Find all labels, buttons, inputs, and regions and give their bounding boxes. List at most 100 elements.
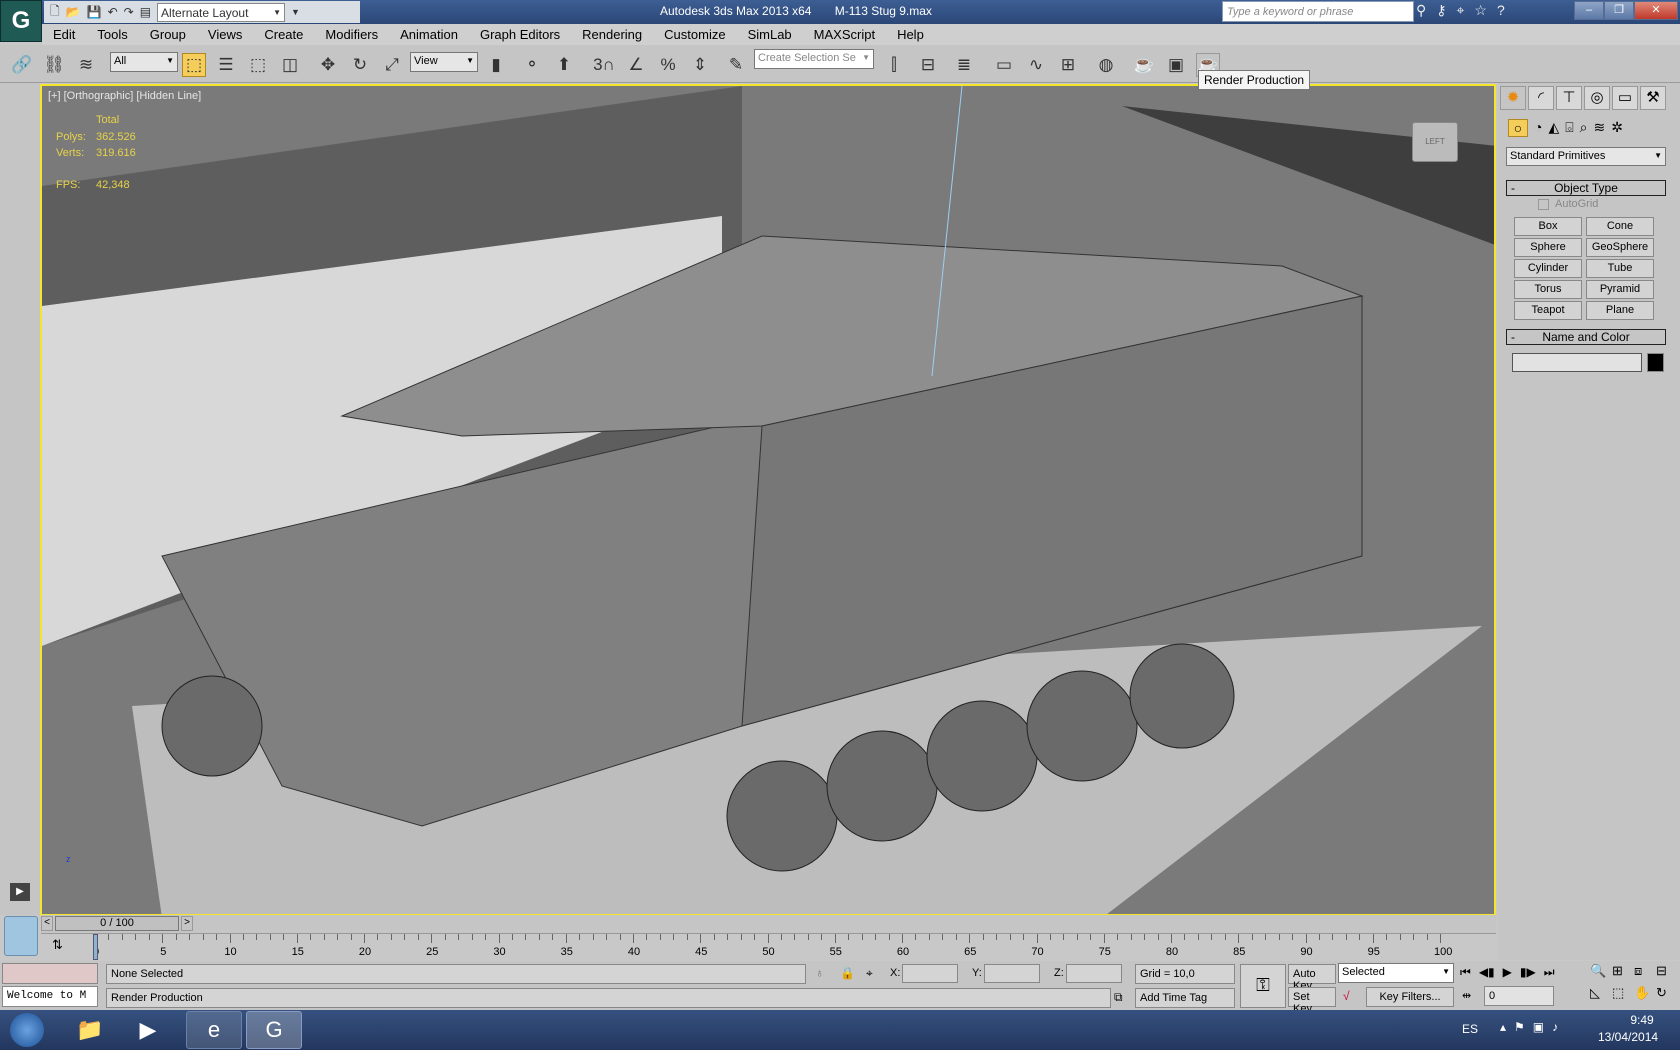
auto-key-button[interactable]: Auto Key <box>1288 964 1336 992</box>
spinner-snap-icon[interactable]: ⇕ <box>688 53 712 77</box>
schematic-view-icon[interactable]: ⊞ <box>1056 53 1080 77</box>
previous-key-icon[interactable]: ◀▮ <box>1479 965 1495 980</box>
redo-icon[interactable]: ↷ <box>124 5 134 19</box>
track-bar[interactable]: 0510152025303540455055606570758085909510… <box>41 933 1496 961</box>
menu-animation[interactable]: Animation <box>389 27 469 42</box>
menu-rendering[interactable]: Rendering <box>571 27 653 42</box>
explorer-taskbar-icon[interactable]: 📁 <box>62 1011 118 1049</box>
add-time-tag-button[interactable]: Add Time Tag <box>1135 988 1235 1008</box>
field-of-view-icon[interactable]: ◺ <box>1590 985 1612 1001</box>
clock-time[interactable]: 9:49 <box>1612 1013 1672 1027</box>
helpers-icon[interactable]: ⌕ <box>1580 119 1588 137</box>
zoom-icon[interactable]: 🔍 <box>1590 963 1612 979</box>
create-sphere-button[interactable]: Sphere <box>1514 238 1582 257</box>
restore-button[interactable]: ❐ <box>1604 1 1634 20</box>
clock-date[interactable]: 13/04/2014 <box>1598 1030 1658 1044</box>
internet-explorer-taskbar-icon[interactable]: e <box>186 1011 242 1049</box>
key-icon[interactable]: ⚷ <box>1436 2 1446 19</box>
create-cylinder-button[interactable]: Cylinder <box>1514 259 1582 278</box>
create-plane-button[interactable]: Plane <box>1586 301 1654 320</box>
open-file-icon[interactable]: 📂 <box>66 5 81 19</box>
named-selection-set-input[interactable]: Create Selection Se <box>754 49 874 69</box>
hierarchy-tab-icon[interactable]: ⊤ <box>1556 86 1582 110</box>
layer-manager-icon[interactable]: ≣ <box>952 53 976 77</box>
space-warps-icon[interactable]: ≋ <box>1594 119 1606 137</box>
select-by-name-icon[interactable]: ☰ <box>214 53 238 77</box>
graphite-modeling-icon[interactable]: ▭ <box>992 53 1016 77</box>
angle-snap-icon[interactable]: ∠ <box>624 53 648 77</box>
geometry-icon[interactable]: ○ <box>1508 119 1528 137</box>
modify-tab-icon[interactable]: ◜ <box>1528 86 1554 110</box>
lights-icon[interactable]: ◭ <box>1548 119 1559 137</box>
rectangular-selection-icon[interactable]: ⬚ <box>246 53 270 77</box>
viewport-label-menu[interactable]: [+] [Orthographic] [Hidden Line] <box>48 90 201 102</box>
pan-view-icon[interactable]: ✋ <box>1634 985 1656 1001</box>
create-geosphere-button[interactable]: GeoSphere <box>1586 238 1654 257</box>
create-tube-button[interactable]: Tube <box>1586 259 1654 278</box>
selection-filter-dropdown[interactable]: All <box>110 52 178 72</box>
create-box-button[interactable]: Box <box>1514 217 1582 236</box>
menu-views[interactable]: Views <box>197 27 253 42</box>
category-dropdown[interactable]: Standard Primitives <box>1506 147 1666 166</box>
menu-help[interactable]: Help <box>886 27 935 42</box>
menu-simlab[interactable]: SimLab <box>737 27 803 42</box>
rotate-icon[interactable]: ↻ <box>348 53 372 77</box>
display-tab-icon[interactable]: ▭ <box>1612 86 1638 110</box>
zoom-extents-icon[interactable]: ⧈ <box>1634 963 1656 979</box>
autogrid-checkbox[interactable]: AutoGrid <box>1538 198 1598 210</box>
time-slider-thumb[interactable]: 0 / 100 <box>55 916 179 931</box>
open-mini-curve-editor-icon[interactable]: ⇅ <box>52 937 63 953</box>
menu-modifiers[interactable]: Modifiers <box>314 27 389 42</box>
pivot-center-icon[interactable]: ▮ <box>484 53 508 77</box>
star-icon[interactable]: ☆ <box>1474 2 1487 19</box>
go-to-end-icon[interactable]: ⏭ <box>1544 965 1555 980</box>
zoom-all-icon[interactable]: ⊞ <box>1612 963 1634 979</box>
orbit-icon[interactable]: ↻ <box>1656 985 1678 1001</box>
create-pyramid-button[interactable]: Pyramid <box>1586 280 1654 299</box>
current-frame-marker[interactable] <box>93 934 98 960</box>
align-icon[interactable]: ⊟ <box>916 53 940 77</box>
qat-customize-icon[interactable]: ▼ <box>291 7 300 17</box>
create-cone-button[interactable]: Cone <box>1586 217 1654 236</box>
utilities-tab-icon[interactable]: ⚒ <box>1640 86 1666 110</box>
play-maxscript-icon[interactable]: ▶ <box>10 883 30 901</box>
menu-create[interactable]: Create <box>253 27 314 42</box>
maxscript-listener-output[interactable]: Welcome to M <box>2 986 98 1007</box>
manipulate-icon[interactable]: ⚬ <box>520 53 544 77</box>
next-key-icon[interactable]: ▮▶ <box>1520 965 1536 980</box>
edit-named-selections-icon[interactable]: ✎ <box>724 53 748 77</box>
key-mode-toggle-icon[interactable]: ⇹ <box>1462 989 1471 1002</box>
menu-maxscript[interactable]: MAXScript <box>803 27 886 42</box>
create-tab-icon[interactable]: ✹ <box>1500 86 1526 110</box>
y-coordinate-input[interactable] <box>984 964 1040 983</box>
media-player-taskbar-icon[interactable]: ▶ <box>120 1011 176 1049</box>
reference-coordinate-dropdown[interactable]: View <box>410 52 478 72</box>
menu-group[interactable]: Group <box>139 27 197 42</box>
start-button[interactable] <box>2 1011 52 1049</box>
menu-edit[interactable]: Edit <box>42 27 86 42</box>
3dsmax-taskbar-icon[interactable]: G <box>246 1011 302 1049</box>
mini-curve-editor-toggle[interactable] <box>4 916 38 956</box>
systems-icon[interactable]: ✲ <box>1611 119 1623 137</box>
key-mode-dropdown[interactable]: Selected <box>1338 963 1454 983</box>
snaps-toggle-icon[interactable]: 3 ∩ <box>592 53 616 77</box>
close-button[interactable]: ✕ <box>1634 1 1678 20</box>
minimize-button[interactable]: ‒ <box>1574 1 1604 20</box>
workspace-layout-dropdown[interactable]: Alternate Layout ▼ <box>157 2 286 22</box>
set-key-button[interactable]: Set Key <box>1288 987 1336 1015</box>
object-type-rollout-header[interactable]: - Object Type <box>1506 180 1666 196</box>
isolate-selection-icon[interactable]: ♁ <box>815 966 824 980</box>
project-folder-icon[interactable]: ▤ <box>140 5 151 19</box>
prev-frame-button[interactable]: < <box>41 916 53 931</box>
object-name-input[interactable] <box>1512 353 1642 372</box>
current-frame-input[interactable]: 0 <box>1484 986 1554 1006</box>
cameras-icon[interactable]: ⌺ <box>1565 119 1573 137</box>
next-frame-button[interactable]: > <box>181 916 193 931</box>
go-to-start-icon[interactable]: ⏮ <box>1460 965 1471 980</box>
render-setup-icon[interactable]: ☕ <box>1132 53 1156 77</box>
shapes-icon[interactable]: ◔ <box>1534 119 1542 137</box>
menu-customize[interactable]: Customize <box>653 27 736 42</box>
save-icon[interactable]: 💾 <box>87 5 102 19</box>
x-coordinate-input[interactable] <box>902 964 958 983</box>
menu-graph-editors[interactable]: Graph Editors <box>469 27 571 42</box>
